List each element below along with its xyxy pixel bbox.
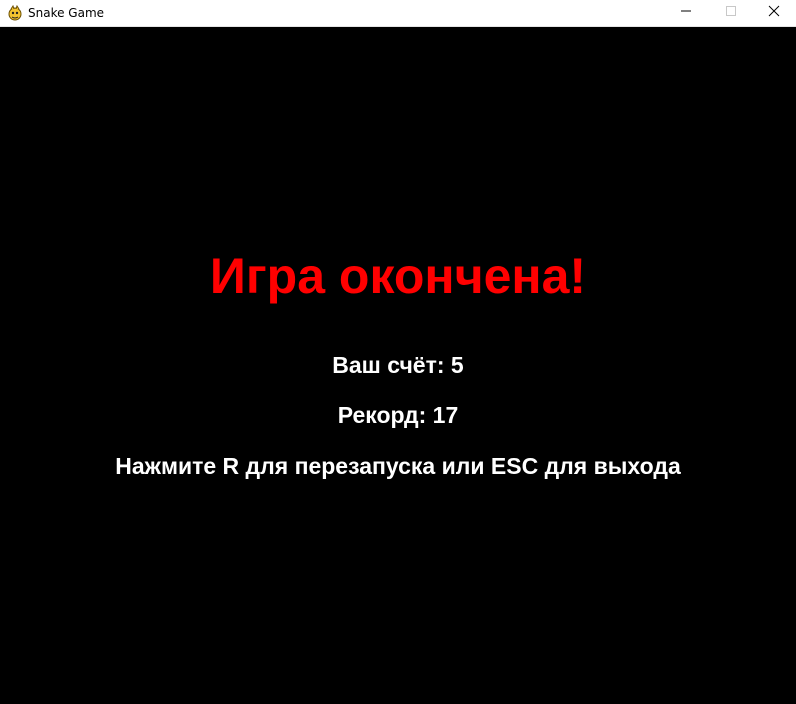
- record-text: Рекорд: 17: [337, 402, 459, 428]
- close-icon: [768, 4, 780, 22]
- restart-hint-text: Нажмите R для перезапуска или ESC для вы…: [115, 453, 681, 479]
- title-bar[interactable]: Snake Game: [0, 0, 796, 27]
- window-title: Snake Game: [28, 6, 105, 20]
- minimize-button[interactable]: [663, 0, 708, 26]
- game-canvas[interactable]: Игра окончена! Ваш счёт: 5 Рекорд: 17 На…: [0, 27, 796, 704]
- close-button[interactable]: [751, 0, 796, 26]
- pygame-snake-icon: [7, 4, 23, 21]
- score-text: Ваш счёт: 5: [332, 352, 464, 378]
- game-over-title: Игра окончена!: [209, 248, 587, 304]
- app-window: Snake Game Игра окончена! Ваш счёт: 5 Ре…: [0, 0, 796, 704]
- maximize-button[interactable]: [708, 0, 753, 26]
- minimize-icon: [680, 4, 692, 22]
- maximize-icon: [725, 4, 737, 22]
